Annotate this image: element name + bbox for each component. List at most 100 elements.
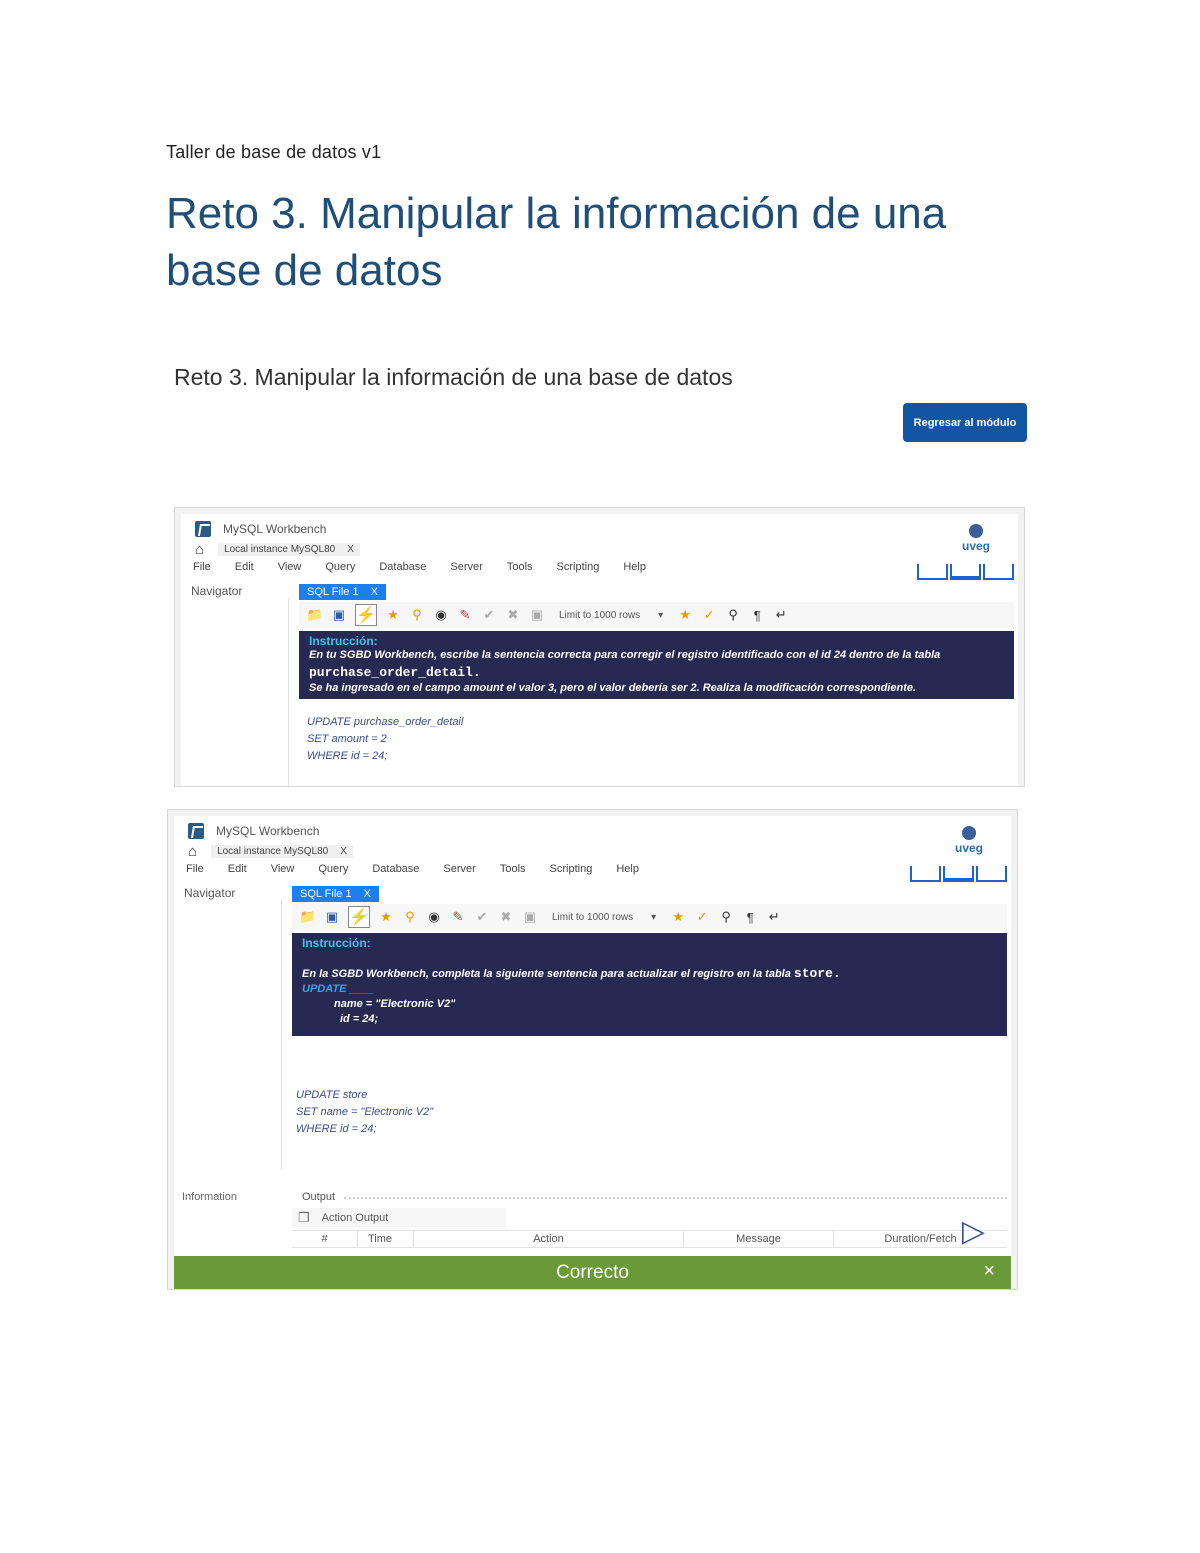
search-icon[interactable]: ⚲ [725, 607, 741, 623]
execute-current-icon[interactable]: ★ [378, 909, 394, 925]
instruction-box: Instrucción: En tu SGBD Workbench, escri… [299, 631, 1014, 699]
menu-scripting[interactable]: Scripting [550, 863, 593, 879]
template-line: UPDATE ____ [302, 983, 374, 995]
instance-tab[interactable]: Local instance MySQL80 X [218, 542, 360, 556]
menu-edit[interactable]: Edit [235, 561, 254, 577]
search-icon[interactable]: ⚲ [718, 909, 734, 925]
rollback-icon[interactable]: ✖ [505, 607, 521, 623]
toggle-bottom-panel-icon[interactable] [943, 866, 974, 882]
invisible-chars-icon[interactable]: ¶ [742, 909, 758, 925]
explain-icon[interactable]: ⚲ [402, 909, 418, 925]
toggle-error-icon[interactable]: ✎ [450, 909, 466, 925]
execute-current-icon[interactable]: ★ [385, 607, 401, 623]
instance-tab-close-icon[interactable]: X [340, 846, 347, 857]
toggle-left-panel-icon[interactable] [910, 866, 941, 882]
app-title: MySQL Workbench [223, 522, 327, 536]
execute-icon[interactable]: ⚡ [348, 906, 370, 928]
commit-icon[interactable]: ✔ [481, 607, 497, 623]
instruction-line-3: Se ha ingresado en el campo amount el va… [309, 682, 917, 694]
menu-view[interactable]: View [278, 561, 302, 577]
autocommit-icon[interactable]: ▣ [522, 909, 538, 925]
connection-tabbar: ⌂ Local instance MySQL80 X [195, 540, 360, 558]
copy-icon[interactable]: ❐ [298, 1210, 310, 1226]
instruction-table-name: purchase_order_detail. [309, 665, 481, 680]
beautify-icon[interactable]: ✓ [694, 909, 710, 925]
menu-server[interactable]: Server [443, 863, 475, 879]
layout-toggle-group [910, 866, 1007, 882]
menu-tools[interactable]: Tools [507, 561, 533, 577]
menu-help[interactable]: Help [623, 561, 646, 577]
toggle-left-panel-icon[interactable] [917, 564, 948, 580]
sql-tab-close-icon[interactable]: X [371, 586, 378, 598]
back-to-module-button[interactable]: Regresar al módulo [903, 403, 1027, 442]
wrap-lines-icon[interactable]: ↵ [773, 607, 789, 623]
sql-file-tab[interactable]: SQL File 1X [299, 584, 386, 600]
close-icon[interactable]: × [983, 1260, 995, 1283]
explain-icon[interactable]: ⚲ [409, 607, 425, 623]
instruction-line-1: En la SGBD Workbench, completa la siguie… [302, 966, 841, 981]
instance-tab[interactable]: Local instance MySQL80 X [211, 844, 353, 858]
instance-tab-close-icon[interactable]: X [347, 544, 354, 555]
menubar: File Edit View Query Database Server Too… [193, 561, 646, 577]
toggle-right-panel-icon[interactable] [976, 866, 1007, 882]
autocommit-icon[interactable]: ▣ [529, 607, 545, 623]
menu-database[interactable]: Database [379, 561, 426, 577]
menu-file[interactable]: File [193, 561, 211, 577]
limit-rows-select[interactable]: Limit to 1000 rows ▾ [553, 610, 669, 621]
sql-editor-code[interactable]: UPDATE purchase_order_detail SET amount … [307, 714, 463, 765]
play-icon[interactable]: ▷ [962, 1214, 985, 1249]
rollback-icon[interactable]: ✖ [498, 909, 514, 925]
code-line: SET name = "Electronic V2" [296, 1106, 434, 1118]
app-title: MySQL Workbench [216, 824, 320, 838]
open-file-icon[interactable]: 📁 [300, 909, 316, 925]
menu-query[interactable]: Query [318, 863, 348, 879]
execute-icon[interactable]: ⚡ [355, 604, 377, 626]
uveg-logo-icon [969, 524, 983, 538]
sql-toolbar: 📁 ▣ ⚡ ★ ⚲ ◉ ✎ ✔ ✖ ▣ Limit to 1000 rows ▾ … [292, 904, 1007, 930]
menu-view[interactable]: View [271, 863, 295, 879]
uveg-logo-icon [962, 826, 976, 840]
output-table-header: # Time Action Message Duration/Fetch [292, 1230, 1007, 1248]
menu-file[interactable]: File [186, 863, 204, 879]
menu-edit[interactable]: Edit [228, 863, 247, 879]
add-snippet-icon[interactable]: ★ [670, 909, 686, 925]
menu-database[interactable]: Database [372, 863, 419, 879]
mysql-workbench-icon [188, 823, 204, 839]
invisible-chars-icon[interactable]: ¶ [749, 607, 765, 623]
save-icon[interactable]: ▣ [324, 909, 340, 925]
menu-server[interactable]: Server [450, 561, 482, 577]
sql-editor-code[interactable]: UPDATE store SET name = "Electronic V2" … [296, 1087, 433, 1138]
wrap-lines-icon[interactable]: ↵ [766, 909, 782, 925]
stop-icon[interactable]: ◉ [426, 909, 442, 925]
document-header: Taller de base de datos v1 [166, 142, 382, 162]
code-line: WHERE id = 24; [296, 1123, 377, 1135]
column-header: # [292, 1231, 358, 1247]
commit-icon[interactable]: ✔ [474, 909, 490, 925]
save-icon[interactable]: ▣ [331, 607, 347, 623]
home-icon[interactable]: ⌂ [195, 541, 204, 558]
limit-rows-select[interactable]: Limit to 1000 rows ▾ [546, 912, 662, 923]
action-output-select[interactable]: ❐ Action Output [292, 1208, 506, 1228]
toggle-error-icon[interactable]: ✎ [457, 607, 473, 623]
menubar: File Edit View Query Database Server Too… [186, 863, 639, 879]
toggle-bottom-panel-icon[interactable] [950, 564, 981, 580]
workbench-window: MySQL Workbench ⌂ Local instance MySQL80… [174, 816, 1011, 1289]
page-title: Reto 3. Manipular la información de una … [166, 189, 947, 295]
add-snippet-icon[interactable]: ★ [677, 607, 693, 623]
menu-tools[interactable]: Tools [500, 863, 526, 879]
open-file-icon[interactable]: 📁 [307, 607, 323, 623]
instruction-table-name: store. [793, 966, 841, 981]
menu-scripting[interactable]: Scripting [557, 561, 600, 577]
column-header: Action [414, 1231, 684, 1247]
module-title: Reto 3. Manipular la información de una … [174, 364, 733, 390]
sql-file-tab[interactable]: SQL File 1X [292, 886, 379, 902]
beautify-icon[interactable]: ✓ [701, 607, 717, 623]
template-line: name = "Electronic V2" [334, 998, 456, 1010]
navigator-panel [178, 900, 282, 1169]
stop-icon[interactable]: ◉ [433, 607, 449, 623]
menu-query[interactable]: Query [325, 561, 355, 577]
sql-tab-close-icon[interactable]: X [364, 888, 371, 900]
menu-help[interactable]: Help [616, 863, 639, 879]
home-icon[interactable]: ⌂ [188, 843, 197, 860]
toggle-right-panel-icon[interactable] [983, 564, 1014, 580]
